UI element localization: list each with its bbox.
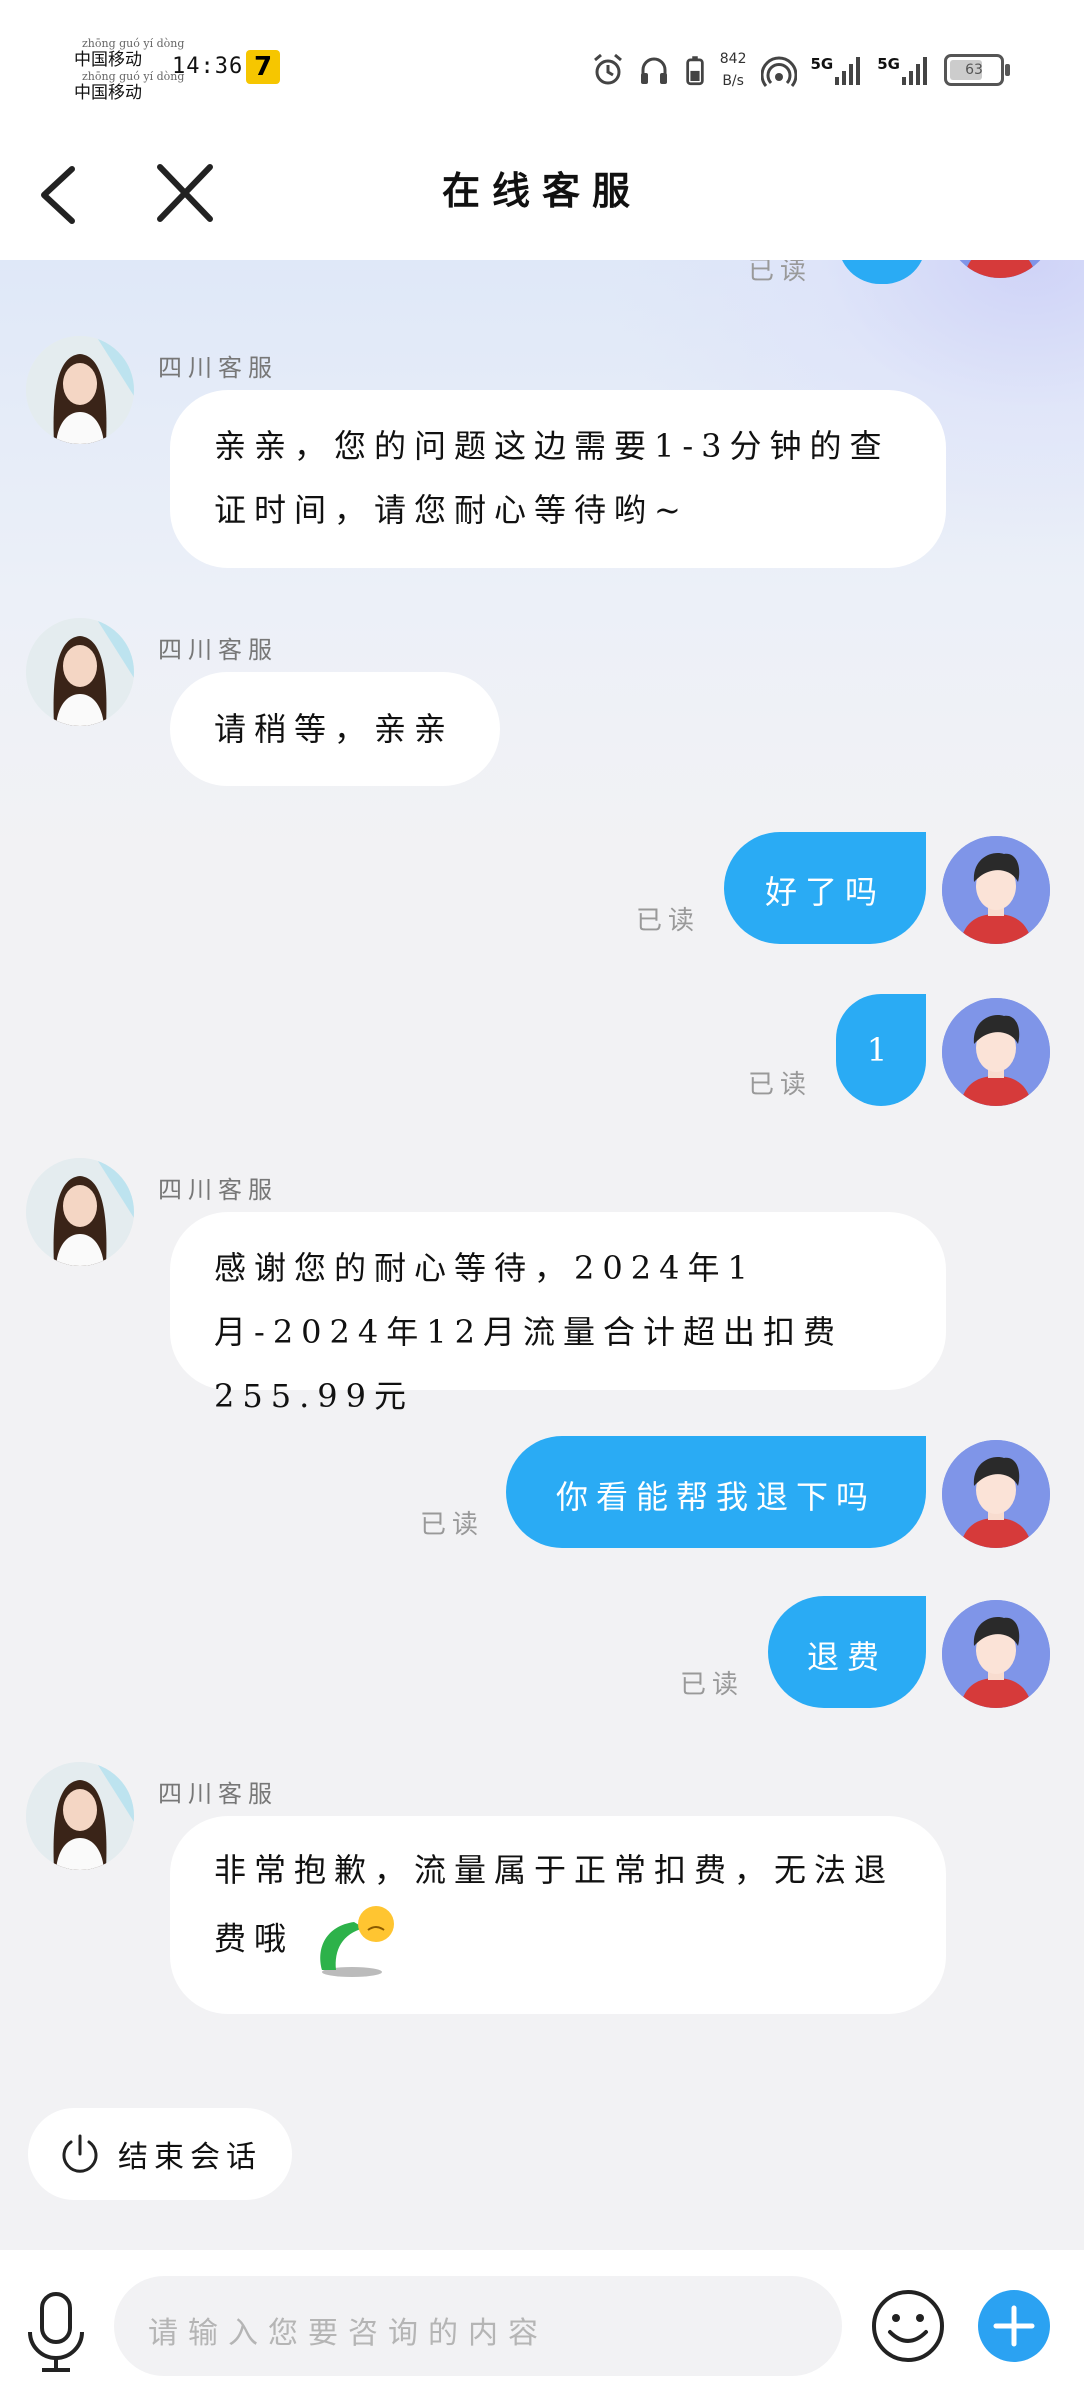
add-attachment-button[interactable]	[978, 2290, 1050, 2362]
signal-bars-2-icon	[902, 57, 927, 85]
agent-portrait-icon	[26, 336, 134, 444]
carrier-1-pinyin: zhōng guó yí dòng	[82, 37, 185, 50]
status-icons: 842 B/s 5G 5G 63	[592, 48, 1010, 92]
clock: 14:36	[172, 54, 244, 79]
input-bar	[0, 2250, 1084, 2400]
power-icon	[62, 2134, 98, 2173]
user-message-bubble[interactable]: 你看能帮我退下吗	[506, 1436, 926, 1548]
sorry-sticker-icon	[320, 1906, 395, 1977]
user-avatar[interactable]	[942, 998, 1050, 1106]
signal-1-label: 5G	[810, 55, 834, 73]
agent-name: 四川客服	[158, 1176, 278, 1204]
agent-avatar[interactable]	[26, 1762, 134, 1870]
headphones-icon	[640, 57, 667, 84]
plus-icon	[993, 2305, 1035, 2347]
hotspot-icon	[760, 56, 797, 87]
headphone-battery-icon	[686, 56, 704, 86]
carrier-2-pinyin: zhōng guó yí dòng	[82, 70, 185, 83]
user-avatar[interactable]	[942, 1440, 1050, 1548]
network-speed-unit: B/s	[722, 73, 744, 89]
chat-area[interactable]: 已读 四川客服 亲亲，您的问题这边需要1-3分钟的查证时间，请您耐心等待哟~ 四…	[0, 260, 1084, 2250]
read-status: 已读	[636, 906, 701, 936]
agent-portrait-icon	[26, 1158, 134, 1266]
read-status: 已读	[748, 260, 813, 286]
agent-message-bubble[interactable]: 亲亲，您的问题这边需要1-3分钟的查证时间，请您耐心等待哟~	[170, 390, 946, 568]
agent-avatar[interactable]	[26, 1158, 134, 1266]
header: 在线客服	[0, 130, 1084, 260]
user-avatar[interactable]	[942, 1600, 1050, 1708]
read-status: 已读	[680, 1670, 745, 1700]
voice-input-button[interactable]	[24, 2290, 88, 2374]
smiley-icon	[872, 2290, 944, 2362]
app-notification-icon: 7	[246, 50, 280, 84]
user-portrait-icon	[942, 1600, 1050, 1708]
user-portrait-icon	[942, 998, 1050, 1106]
emoji-button[interactable]	[870, 2288, 946, 2364]
network-speed-value: 842	[719, 51, 747, 67]
signal-2-label: 5G	[877, 55, 900, 73]
message-input[interactable]	[114, 2276, 842, 2376]
user-message-bubble[interactable]: 1	[836, 994, 926, 1106]
network-speed: 842 B/s	[720, 48, 747, 92]
signal-1: 5G	[811, 55, 864, 85]
user-bubble-partial[interactable]	[838, 260, 926, 284]
agent-name: 四川客服	[158, 354, 278, 382]
end-session-label: 结束会话	[118, 2140, 262, 2175]
agent-avatar[interactable]	[26, 336, 134, 444]
user-portrait-icon	[942, 1440, 1050, 1548]
user-portrait-icon	[942, 836, 1050, 944]
status-bar: zhōng guó yí dòng 中国移动 zhōng guó yí dòng…	[0, 0, 1084, 130]
end-session-button[interactable]: 结束会话	[28, 2108, 292, 2200]
user-avatar	[946, 260, 1054, 278]
carrier-2-label: 中国移动	[74, 83, 142, 103]
signal-2: 5G	[877, 55, 930, 85]
agent-portrait-icon	[26, 1762, 134, 1870]
user-avatar-icon	[946, 260, 1054, 278]
agent-message-bubble[interactable]: 请稍等，亲亲	[170, 672, 500, 786]
agent-message-bubble[interactable]: 非常抱歉，流量属于正常扣费，无法退费哦	[170, 1816, 946, 2014]
read-status: 已读	[420, 1510, 485, 1540]
carrier-info: zhōng guó yí dòng 中国移动 zhōng guó yí dòng…	[74, 38, 184, 104]
agent-portrait-icon	[26, 618, 134, 726]
read-status: 已读	[748, 1070, 813, 1100]
alarm-icon	[593, 53, 622, 85]
user-message-bubble[interactable]: 好了吗	[724, 832, 926, 944]
battery-level: 63	[965, 62, 983, 78]
agent-name: 四川客服	[158, 636, 278, 664]
agent-avatar[interactable]	[26, 618, 134, 726]
page-title: 在线客服	[441, 168, 642, 213]
user-message-bubble[interactable]: 退费	[768, 1596, 926, 1708]
microphone-icon	[28, 2292, 84, 2372]
agent-name: 四川客服	[158, 1780, 278, 1808]
signal-bars-1-icon	[835, 57, 861, 85]
agent-message-bubble[interactable]: 感谢您的耐心等待，2024年1月-2024年12月流量合计超出扣费255.99元	[170, 1212, 946, 1415]
user-avatar[interactable]	[942, 836, 1050, 944]
carrier-1-label: 中国移动	[74, 50, 142, 70]
battery-indicator: 63	[944, 54, 1010, 86]
